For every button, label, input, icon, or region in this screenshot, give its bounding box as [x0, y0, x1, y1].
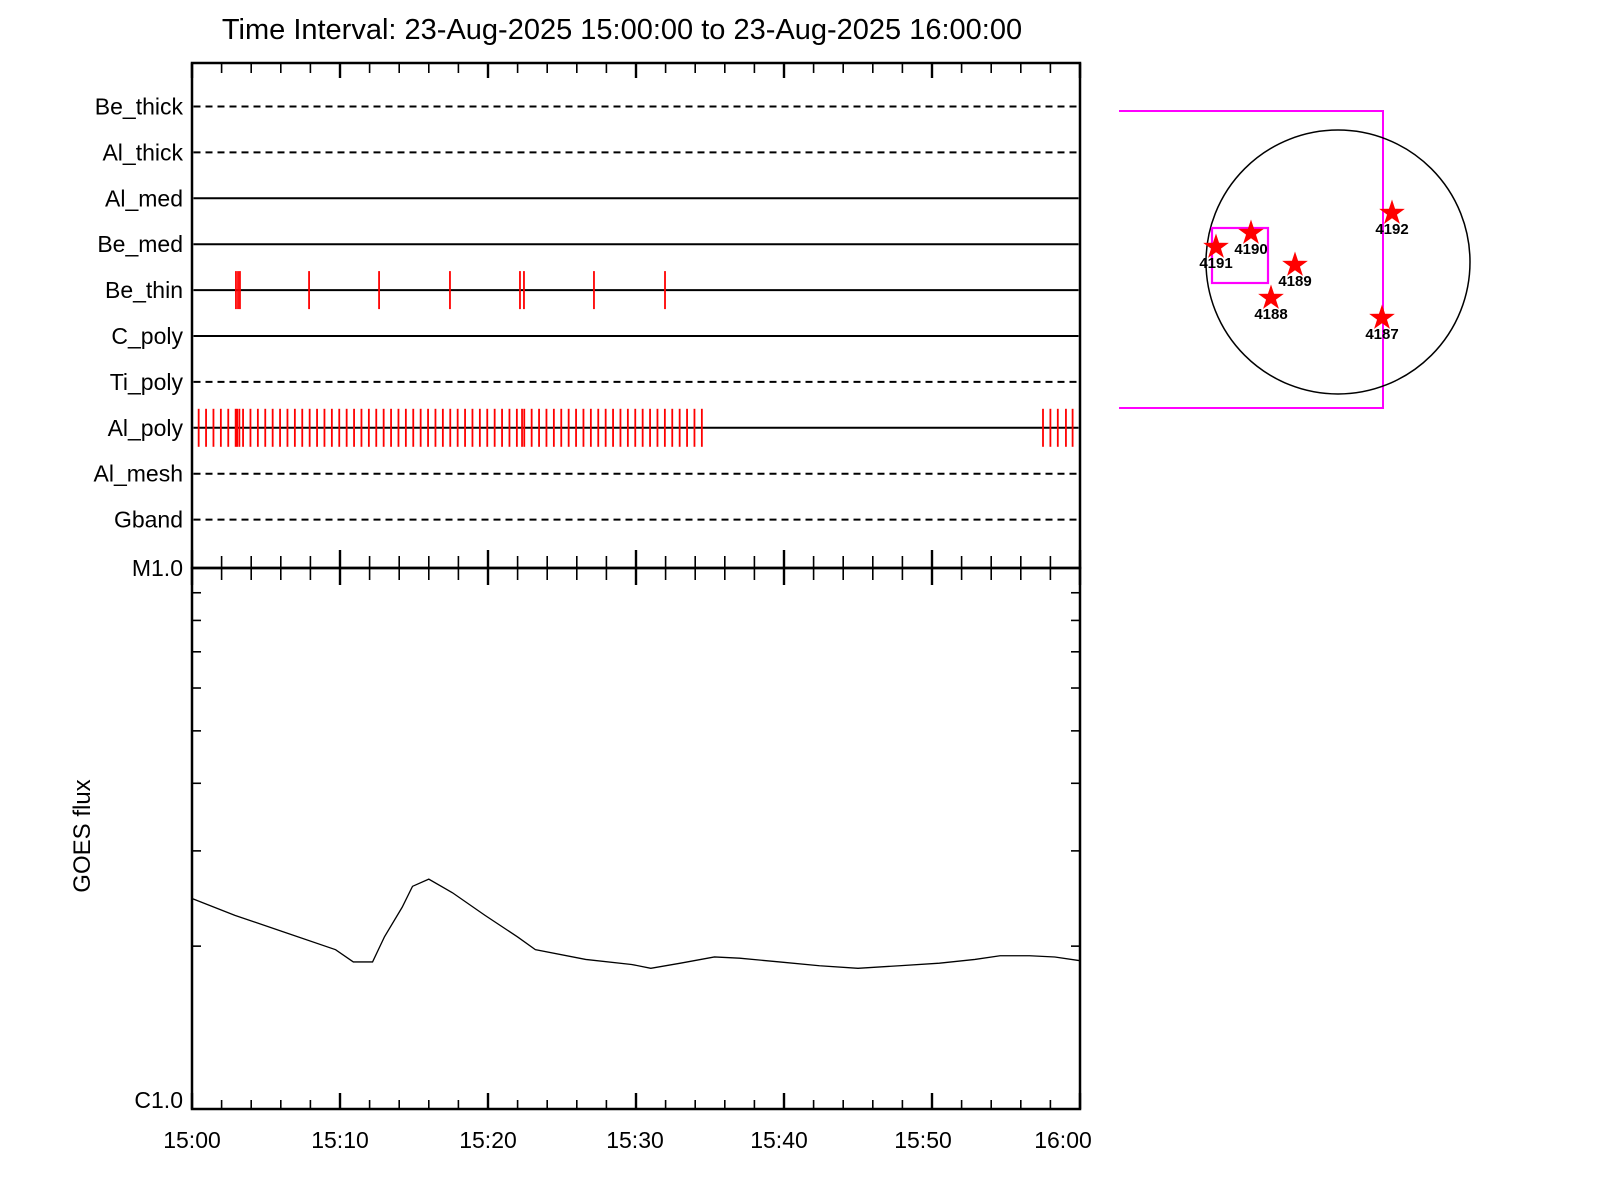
filter-timeline-group: Be_thick Al_thick Al_med Be_med Be_thin C_pol… — [94, 94, 1079, 533]
x-tick-label: 16:00 — [1034, 1127, 1092, 1153]
x-tick-label: 15:30 — [606, 1127, 664, 1153]
goes-flux-axis-label: GOES flux — [69, 779, 96, 892]
y-top-label: M1.0 — [132, 555, 183, 581]
filter-label-c_poly: C_poly — [111, 323, 183, 349]
filter-panel-border — [190, 61, 1082, 570]
x-tick-label: 15:10 — [311, 1127, 369, 1153]
x-tick-label: 15:20 — [459, 1127, 517, 1153]
solar-disk-group: 4187 4188 4189 41904191 4192 — [1119, 110, 1471, 409]
goes-curve-group — [191, 878, 1081, 969]
filter-label-al_mesh: Al_mesh — [94, 461, 183, 487]
goes-flux-curve — [191, 878, 1081, 969]
x-tick-label: 15:40 — [750, 1127, 808, 1153]
axes-group: 15:00 15:10 15:20 15:30 15:40 15:50 16:00 — [163, 61, 1092, 1153]
filter-label-be_thin: Be_thin — [105, 277, 183, 303]
active-region-label: 4190 — [1234, 241, 1267, 258]
active-region-label: 4189 — [1278, 273, 1311, 290]
active-region-label: 4187 — [1365, 326, 1398, 343]
goes-panel-border — [190, 566, 1082, 1111]
filter-label-al_thick: Al_thick — [102, 139, 183, 165]
filter-label-be_med: Be_med — [97, 231, 183, 257]
filter-label-gband: Gband — [114, 507, 183, 533]
active-region-label: 4192 — [1375, 221, 1408, 238]
x-tick-label: 15:50 — [894, 1127, 952, 1153]
axis-labels-group: M1.0 C1.0 GOES flux — [69, 555, 183, 1113]
plot-canvas: 4187 4188 4189 41904191 4192 Be_thick Al_thic… — [69, 61, 1471, 1153]
x-tick-label: 15:00 — [163, 1127, 221, 1153]
fov-bracket — [1119, 110, 1384, 409]
solar-limb-circle — [1205, 129, 1471, 395]
filter-label-be_thick: Be_thick — [95, 94, 184, 120]
active-region-label: 4188 — [1254, 306, 1287, 323]
filter-label-al_med: Al_med — [105, 185, 183, 211]
exposure-ticks-group — [197, 271, 1074, 447]
y-bottom-label: C1.0 — [134, 1087, 183, 1113]
filter-label-al_poly: Al_poly — [108, 415, 184, 441]
active-region-label: 4191 — [1199, 255, 1232, 272]
xrt-flare-observation-screenshot: Time Interval: 23-Aug-2025 15:00:00 to 2… — [0, 0, 1600, 1200]
filter-label-ti_poly: Ti_poly — [110, 369, 184, 395]
